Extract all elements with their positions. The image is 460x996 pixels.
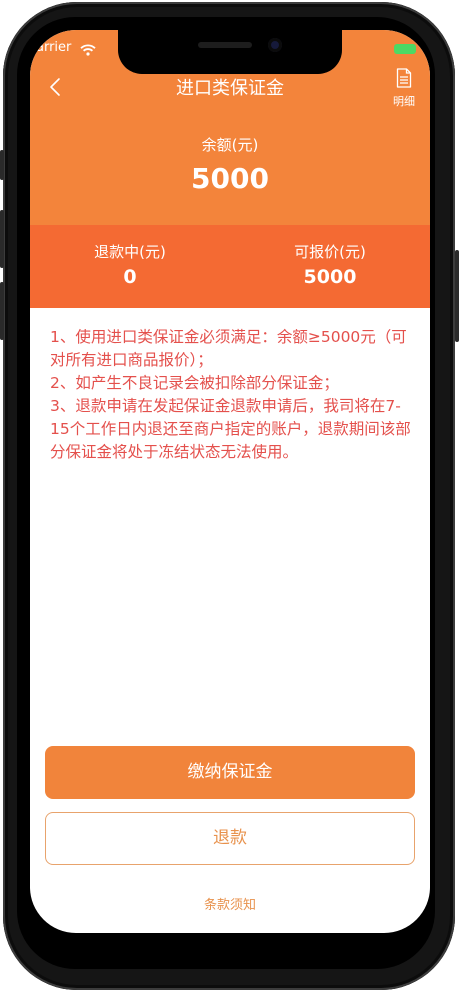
refund-button[interactable]: 退款 xyxy=(45,812,415,865)
document-icon xyxy=(396,68,412,88)
battery-icon xyxy=(394,44,416,54)
device-frame: arrier 进口类保证金 明细 余额(元) 5000 退款中(元) 0 可报价… xyxy=(0,0,460,996)
refunding-label: 退款中(元) xyxy=(94,243,166,261)
wifi-icon xyxy=(80,41,96,60)
deposit-rules: 1、使用进口类保证金必须满足：余额≥5000元（可对所有进口商品报价）； 2、如… xyxy=(50,326,412,464)
carrier-label: arrier xyxy=(36,40,72,55)
rule-item: 3、退款申请在发起保证金退款申请后，我司将在7-15个工作日内退还至商户指定的账… xyxy=(50,397,411,461)
volume-down-button xyxy=(0,282,4,340)
front-camera xyxy=(268,38,282,52)
balance-breakdown: 退款中(元) 0 可报价(元) 5000 xyxy=(30,225,430,308)
balance-value: 5000 xyxy=(191,162,269,195)
pay-deposit-button[interactable]: 缴纳保证金 xyxy=(45,746,415,799)
quotable-stat: 可报价(元) 5000 xyxy=(230,241,430,288)
balance-label: 余额(元) xyxy=(201,136,259,154)
refunding-value: 0 xyxy=(123,266,137,288)
detail-button[interactable]: 明细 xyxy=(390,68,418,108)
terms-link[interactable]: 条款须知 xyxy=(30,894,430,913)
quotable-label: 可报价(元) xyxy=(294,243,366,261)
quotable-value: 5000 xyxy=(303,266,357,288)
refunding-stat: 退款中(元) 0 xyxy=(30,241,230,288)
speaker-grille xyxy=(198,42,252,48)
notch xyxy=(118,30,342,74)
volume-up-button xyxy=(0,210,4,268)
rule-item: 2、如产生不良记录会被扣除部分保证金； xyxy=(50,374,339,392)
detail-label: 明细 xyxy=(393,95,415,108)
power-button xyxy=(455,250,459,342)
app-screen: arrier 进口类保证金 明细 余额(元) 5000 退款中(元) 0 可报价… xyxy=(30,30,430,933)
page-title: 进口类保证金 xyxy=(176,78,284,99)
silent-switch xyxy=(0,150,4,180)
rule-item: 1、使用进口类保证金必须满足：余额≥5000元（可对所有进口商品报价）； xyxy=(50,328,407,369)
